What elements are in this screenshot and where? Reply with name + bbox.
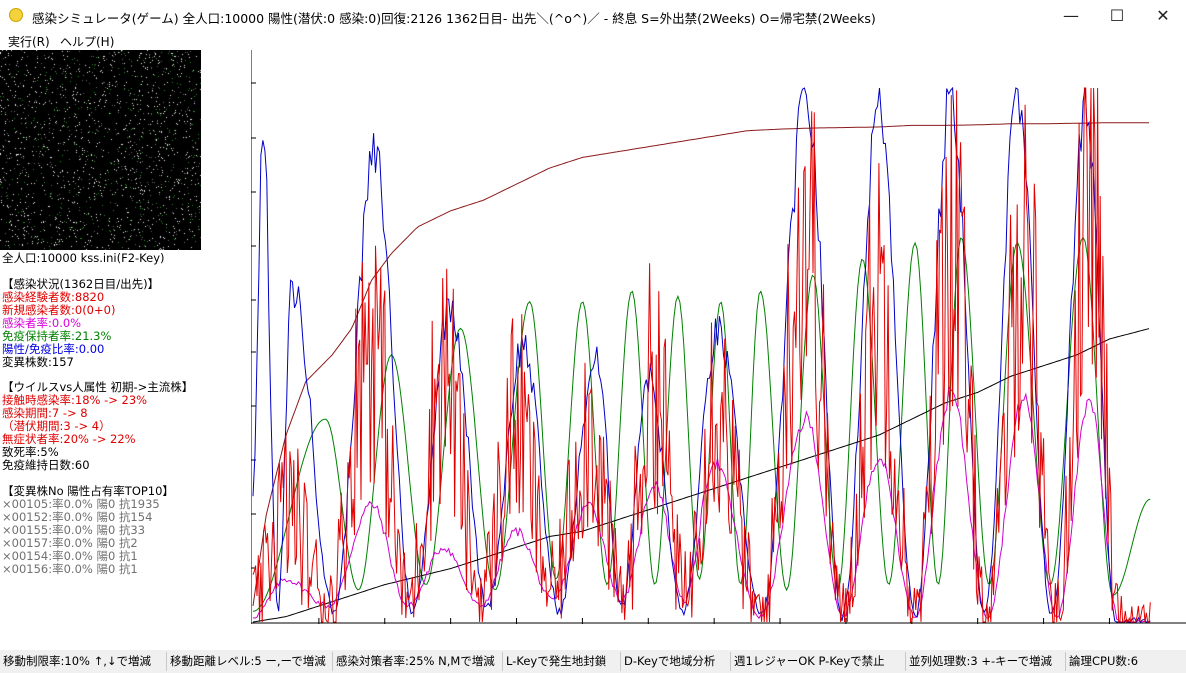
status-countermeasure-rate: 感染対策者率:25% N,Mで増減 — [332, 652, 502, 671]
status-leisure: 週1レジャーOK P-Keyで禁止 — [730, 652, 905, 671]
menu-help[interactable]: ヘルプ(H) — [60, 33, 114, 50]
immunity-days: 免疫維持日数:60 — [2, 458, 90, 472]
window-title: 感染シミュレータ(ゲーム) 全人口:10000 陽性(潜伏:0 感染:0)回復:… — [32, 11, 876, 26]
series-line — [252, 385, 1151, 623]
population-line: 全人口:10000 kss.ini(F2-Key) — [2, 251, 165, 265]
menu-run[interactable]: 実行(R) — [8, 33, 50, 50]
close-button[interactable]: ✕ — [1140, 0, 1186, 31]
series-line — [252, 328, 1150, 623]
status-region-analysis: D-Keyで地域分析 — [620, 652, 730, 671]
smiley-face-icon — [9, 8, 23, 22]
maximize-button[interactable]: ☐ — [1094, 0, 1140, 31]
title-bar: 感染シミュレータ(ゲーム) 全人口:10000 陽性(潜伏:0 感染:0)回復:… — [0, 0, 1186, 31]
chart-svg: 10000人400人100%100%1.0500株100200300400500… — [199, 50, 1186, 653]
left-panel: 全人口:10000 kss.ini(F2-Key) 【感染状況(1362日目/出… — [0, 50, 251, 624]
variant-count: 変異株数:157 — [2, 355, 74, 369]
status-parallel: 並列処理数:3 +-キーで増減 — [905, 652, 1065, 671]
variant-row: ×00156:率0.0% 陽0 抗1 — [2, 562, 138, 576]
epidemic-chart: 10000人400人100%100%1.0500株100200300400500… — [199, 50, 1186, 653]
status-movement-distance: 移動距離レベル:5 ー,ーで増減 — [166, 652, 332, 671]
status-movement-limit: 移動制限率:10% ↑,↓で増減 — [3, 654, 152, 668]
minimize-button[interactable]: — — [1048, 0, 1094, 31]
status-lockdown-hint: L-Keyで発生地封鎖 — [502, 652, 620, 671]
population-minimap[interactable] — [0, 50, 201, 250]
menu-bar: 実行(R) ヘルプ(H) — [0, 31, 1186, 50]
status-cpu-count: 論理CPU数:6 — [1065, 652, 1186, 671]
status-bar: 移動制限率:10% ↑,↓で増減 移動距離レベル:5 ー,ーで増減 感染対策者率… — [0, 650, 1186, 673]
